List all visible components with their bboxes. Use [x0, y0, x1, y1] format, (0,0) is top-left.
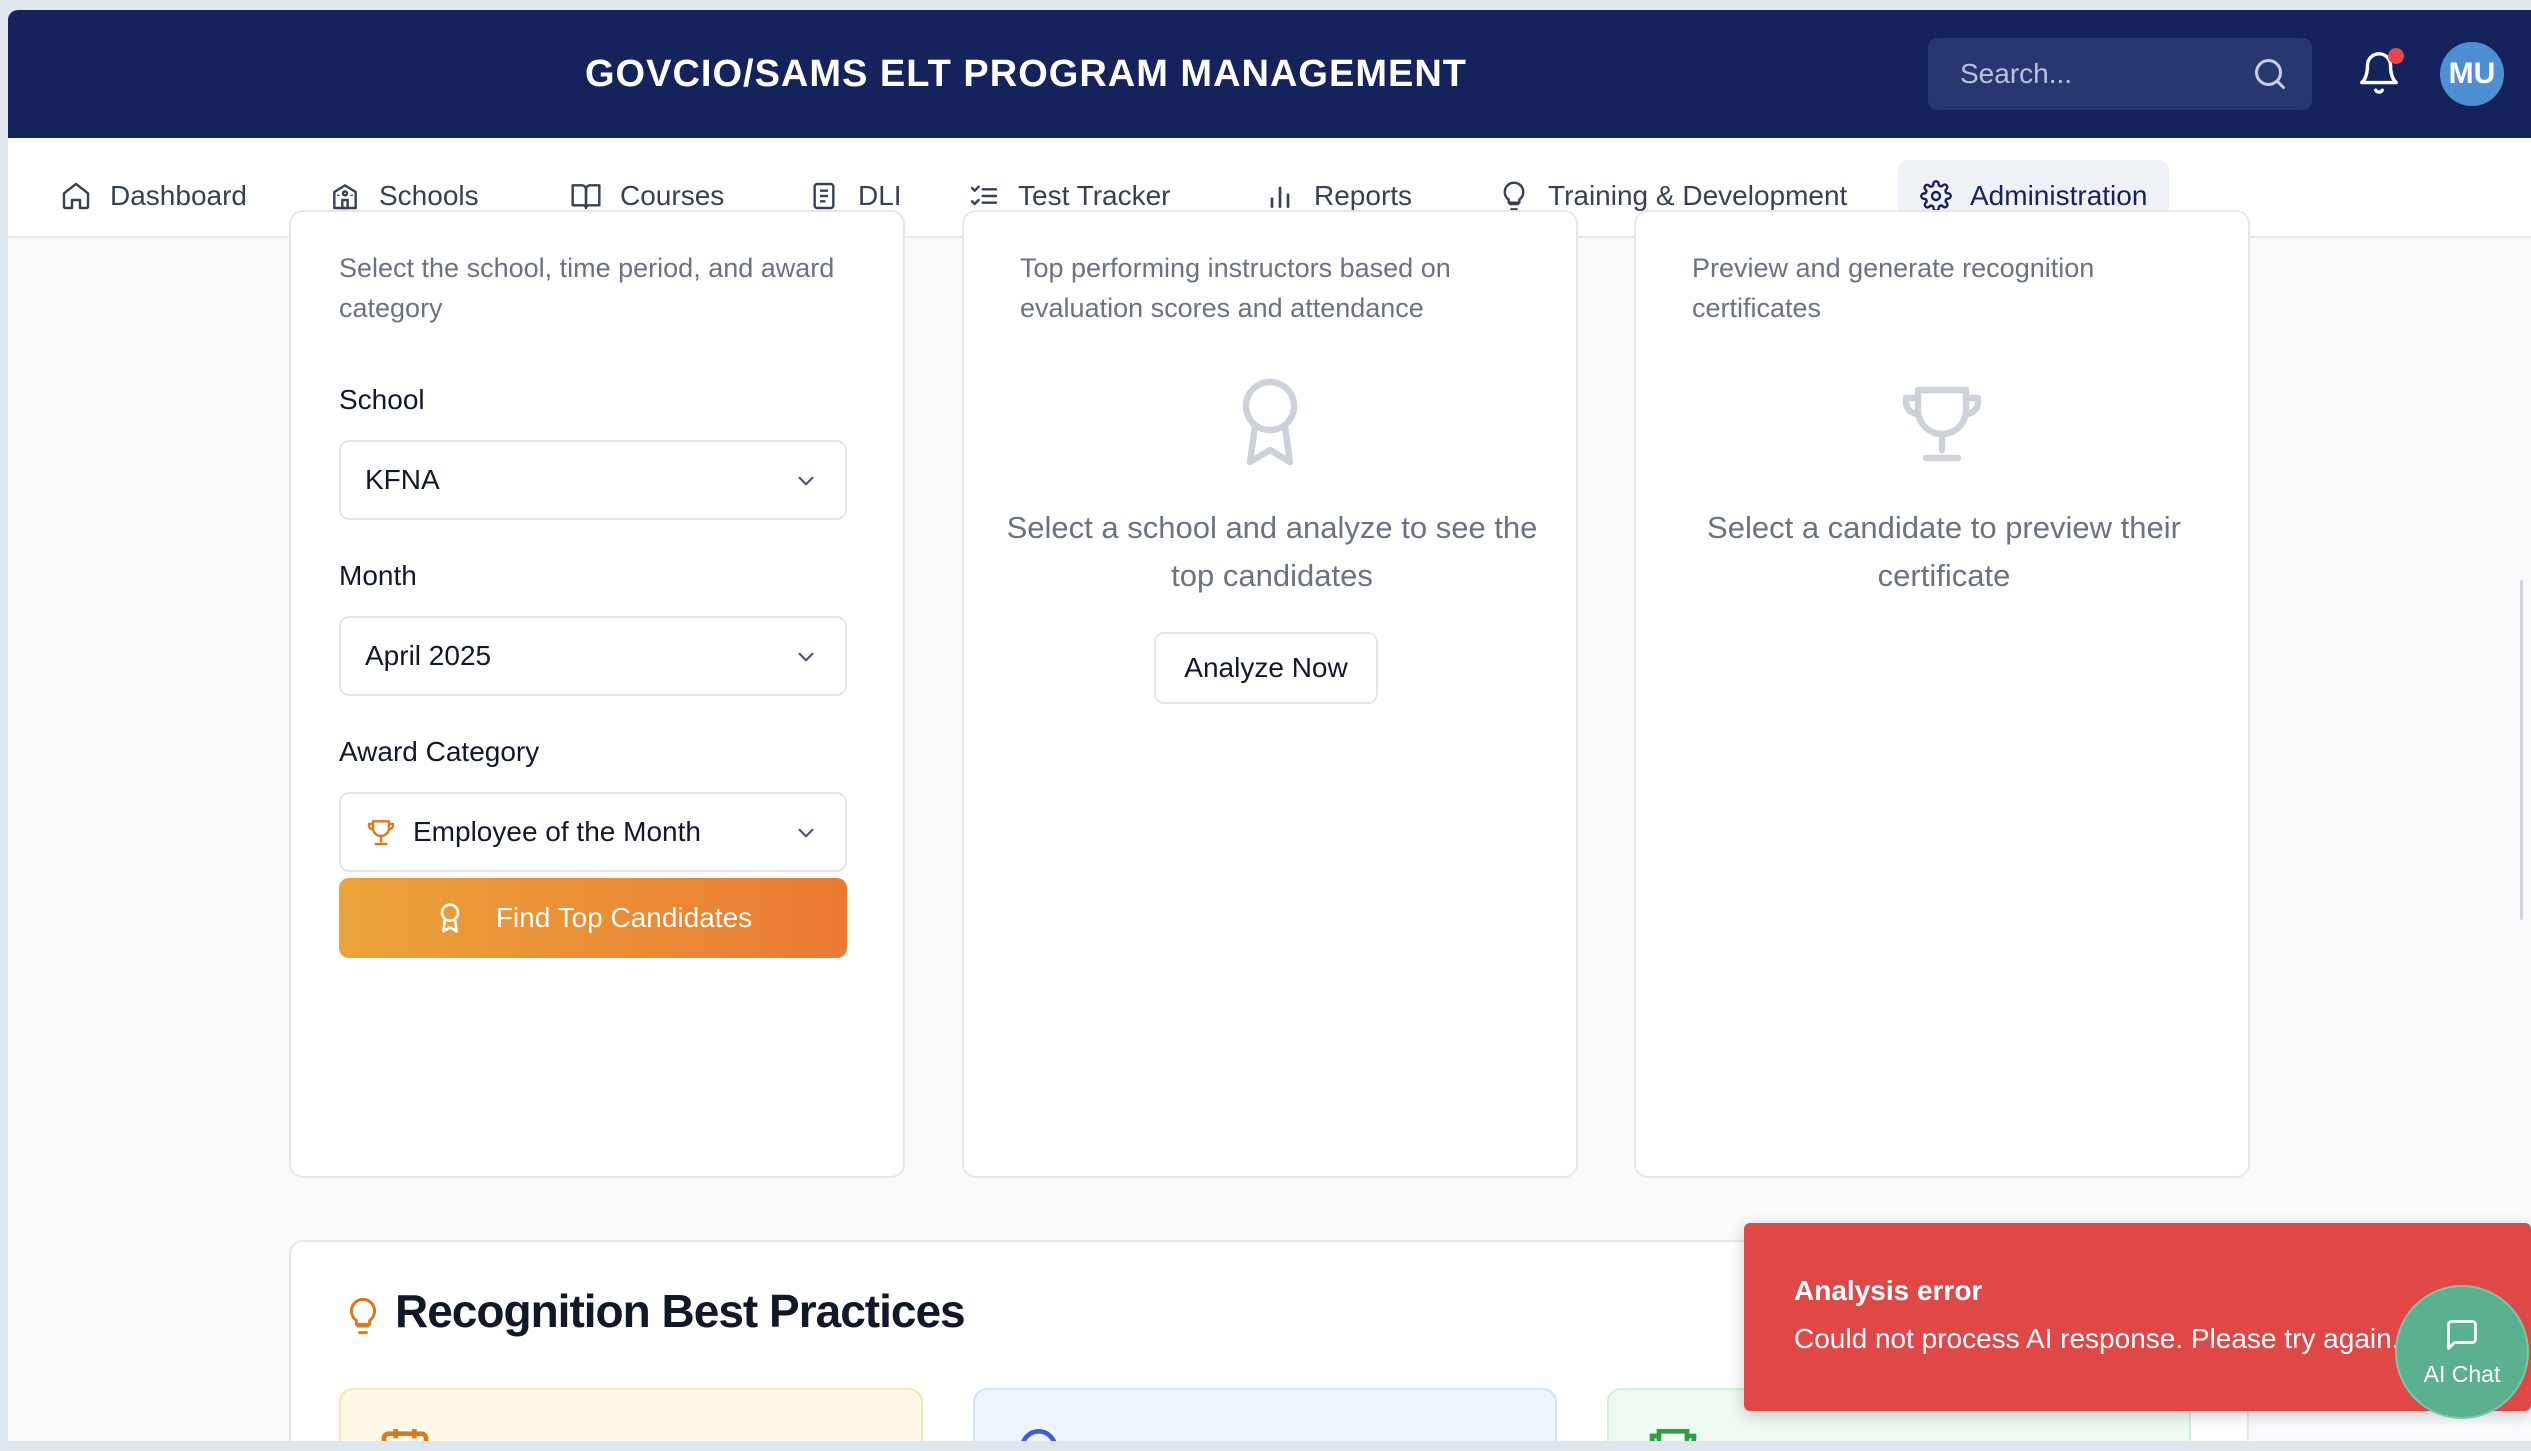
lightbulb-icon	[349, 1297, 377, 1335]
ai-chat-button[interactable]: AI Chat	[2395, 1285, 2529, 1419]
candidates-card-description: Top performing instructors based on eval…	[1020, 253, 1451, 323]
book-icon	[571, 184, 601, 210]
selection-card-description: Select the school, time period, and awar…	[339, 253, 835, 323]
best-practices-title: Recognition Best Practices	[395, 1285, 966, 1337]
app-window: GOVCIO/SAMS ELT PROGRAM MANAGEMENT MU Da…	[8, 10, 2531, 1441]
find-top-candidates-button[interactable]: Find Top Candidates	[339, 878, 847, 958]
document-icon	[813, 182, 835, 210]
ai-chat-label: AI Chat	[2423, 1360, 2501, 1387]
analyze-now-button[interactable]: Analyze Now	[1154, 632, 1378, 704]
school-select-value: KFNA	[365, 464, 440, 495]
nav-item-label: Administration	[1970, 180, 2148, 211]
nav-item-label: Test Tracker	[1018, 180, 1171, 211]
award-ribbon-icon	[440, 903, 460, 933]
search-icon[interactable]	[2252, 56, 2288, 92]
selection-card: Select the school, time period, and awar…	[289, 210, 905, 1178]
certificate-card: Preview and generate recognition certifi…	[1634, 210, 2250, 1178]
month-select[interactable]: April 2025	[339, 616, 847, 696]
practice-tile-calendar	[339, 1388, 923, 1441]
nav-item-label: DLI	[858, 180, 902, 211]
award-ribbon-icon	[1242, 378, 1298, 466]
app-title: GOVCIO/SAMS ELT PROGRAM MANAGEMENT	[585, 53, 1467, 95]
toast-title: Analysis error	[1794, 1275, 1983, 1306]
award-category-label: Award Category	[339, 736, 540, 767]
search-box[interactable]	[1928, 38, 2312, 110]
candidates-card: Top performing instructors based on eval…	[962, 210, 1578, 1178]
chevron-down-icon	[798, 828, 814, 838]
bar-chart-icon	[1270, 186, 1290, 208]
chevron-down-icon	[798, 476, 814, 486]
scrollbar[interactable]	[2520, 580, 2523, 920]
trophy-icon	[1902, 386, 1982, 462]
search-icon	[1021, 1429, 1057, 1441]
nav-item-label: Reports	[1314, 180, 1413, 211]
award-category-select[interactable]: Employee of the Month	[339, 792, 847, 872]
home-icon	[62, 182, 90, 210]
checklist-icon	[970, 185, 998, 206]
lightbulb-icon	[1503, 181, 1525, 211]
search-input[interactable]	[1928, 38, 2260, 110]
user-avatar[interactable]: MU	[2440, 42, 2504, 106]
top-header: GOVCIO/SAMS ELT PROGRAM MANAGEMENT MU	[8, 10, 2531, 138]
calendar-icon	[381, 1429, 429, 1441]
find-top-candidates-label: Find Top Candidates	[495, 902, 753, 933]
month-label: Month	[339, 560, 417, 591]
school-icon	[333, 184, 357, 210]
notification-badge	[2388, 48, 2404, 64]
gear-icon	[1920, 180, 1952, 212]
practice-tile-search	[973, 1388, 1557, 1441]
school-label: School	[339, 384, 425, 415]
nav-item-label: Schools	[379, 180, 479, 211]
chevron-down-icon	[798, 652, 814, 662]
month-select-value: April 2025	[365, 640, 492, 671]
trophy-icon	[1649, 1429, 1697, 1441]
certificate-card-description: Preview and generate recognition certifi…	[1692, 253, 2095, 323]
nav-item-label: Training & Development	[1548, 180, 1848, 211]
toast-message: Could not process AI response. Please tr…	[1794, 1323, 2400, 1354]
nav-item-label: Courses	[620, 180, 725, 211]
candidates-empty-text: Select a school and analyze to see the t…	[1006, 510, 1538, 593]
nav-item-dashboard[interactable]: Dashboard	[38, 160, 269, 232]
nav-item-label: Dashboard	[110, 180, 247, 211]
award-category-value: Employee of the Month	[413, 816, 701, 847]
certificate-empty-text: Select a candidate to preview their cert…	[1707, 510, 2181, 593]
chat-bubble-icon	[2447, 1319, 2477, 1350]
school-select[interactable]: KFNA	[339, 440, 847, 520]
trophy-icon	[367, 820, 395, 846]
